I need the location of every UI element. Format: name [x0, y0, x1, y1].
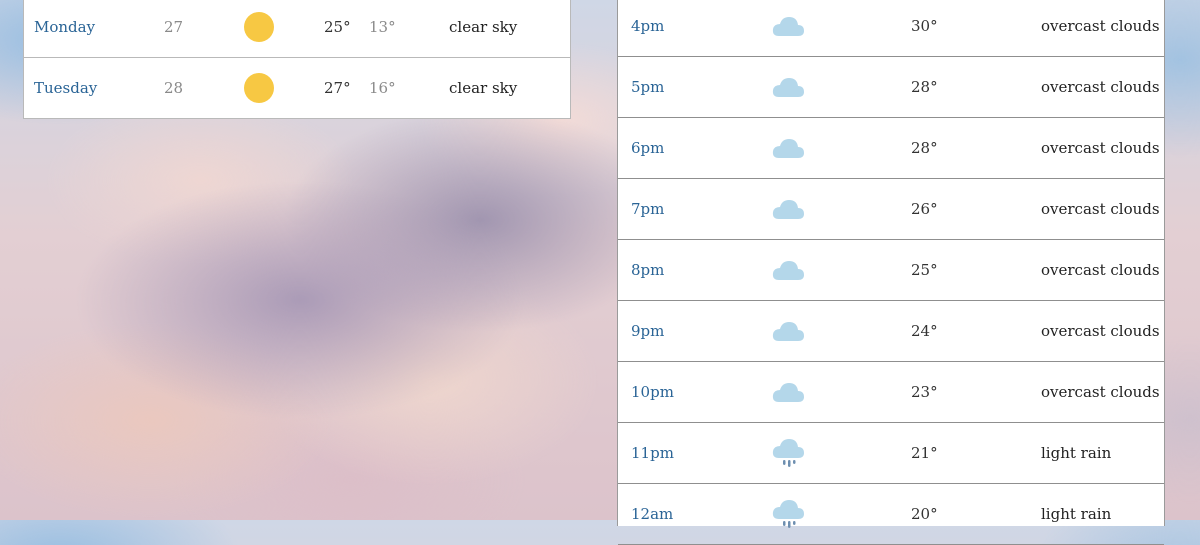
hour-description: overcast clouds	[1041, 322, 1160, 340]
hour-description: overcast clouds	[1041, 17, 1160, 35]
hour-temp: 30°	[911, 17, 938, 35]
hourly-row[interactable]: 8pm 25° overcast clouds	[618, 240, 1164, 301]
day-date: 28	[164, 79, 184, 97]
hourly-row[interactable]: 11pm 21° light rain	[618, 423, 1164, 484]
hour-time[interactable]: 12am	[618, 505, 771, 523]
day-name[interactable]: Monday	[24, 18, 164, 36]
hour-time[interactable]: 9pm	[618, 322, 771, 340]
hour-time[interactable]: 5pm	[618, 78, 771, 96]
hourly-row[interactable]: 7pm 26° overcast clouds	[618, 179, 1164, 240]
cloud-icon	[771, 75, 911, 99]
hour-time[interactable]: 4pm	[618, 17, 771, 35]
cloud-icon	[771, 258, 911, 282]
cloud-icon	[771, 136, 911, 160]
daily-row-monday[interactable]: Monday 27 25° 13° clear sky	[24, 0, 570, 58]
hour-temp: 25°	[911, 261, 938, 279]
sun-icon	[244, 73, 324, 103]
hour-description: light rain	[1041, 505, 1112, 523]
day-high-temp: 25°	[324, 18, 351, 36]
daily-forecast-panel: Monday 27 25° 13° clear sky Tuesday 28 2…	[23, 0, 571, 119]
cloud-icon	[771, 319, 911, 343]
hour-temp: 26°	[911, 200, 938, 218]
hourly-row[interactable]: 4pm 30° overcast clouds	[618, 0, 1164, 57]
day-low-temp: 16°	[369, 79, 396, 97]
rain-cloud-icon	[771, 436, 911, 470]
day-date: 27	[164, 18, 184, 36]
hourly-row[interactable]: 5pm 28° overcast clouds	[618, 57, 1164, 118]
hourly-row[interactable]: 10pm 23° overcast clouds	[618, 362, 1164, 423]
hourly-row[interactable]: 12am 20° light rain	[618, 484, 1164, 545]
hour-description: overcast clouds	[1041, 139, 1160, 157]
sun-icon	[244, 12, 324, 42]
hour-description: overcast clouds	[1041, 383, 1160, 401]
day-low-temp: 13°	[369, 18, 396, 36]
hour-description: light rain	[1041, 444, 1112, 462]
hour-temp: 24°	[911, 322, 938, 340]
hourly-row[interactable]: 9pm 24° overcast clouds	[618, 301, 1164, 362]
hour-temp: 21°	[911, 444, 938, 462]
hour-temp: 28°	[911, 78, 938, 96]
rain-cloud-icon	[771, 497, 911, 531]
hour-time[interactable]: 6pm	[618, 139, 771, 157]
hour-temp: 23°	[911, 383, 938, 401]
hour-description: overcast clouds	[1041, 78, 1160, 96]
hour-temp: 28°	[911, 139, 938, 157]
hour-time[interactable]: 8pm	[618, 261, 771, 279]
hour-time[interactable]: 10pm	[618, 383, 771, 401]
hour-description: overcast clouds	[1041, 200, 1160, 218]
cloud-icon	[771, 380, 911, 404]
cloud-icon	[771, 197, 911, 221]
day-description: clear sky	[449, 18, 518, 36]
day-high-temp: 27°	[324, 79, 351, 97]
day-name[interactable]: Tuesday	[24, 79, 164, 97]
hour-time[interactable]: 11pm	[618, 444, 771, 462]
hour-description: overcast clouds	[1041, 261, 1160, 279]
daily-row-tuesday[interactable]: Tuesday 28 27° 16° clear sky	[24, 58, 570, 118]
hourly-forecast-panel: 4pm 30° overcast clouds 5pm 28° overcast…	[617, 0, 1165, 545]
hour-time[interactable]: 7pm	[618, 200, 771, 218]
day-description: clear sky	[449, 79, 518, 97]
hourly-row[interactable]: 6pm 28° overcast clouds	[618, 118, 1164, 179]
hour-temp: 20°	[911, 505, 938, 523]
cloud-icon	[771, 14, 911, 38]
